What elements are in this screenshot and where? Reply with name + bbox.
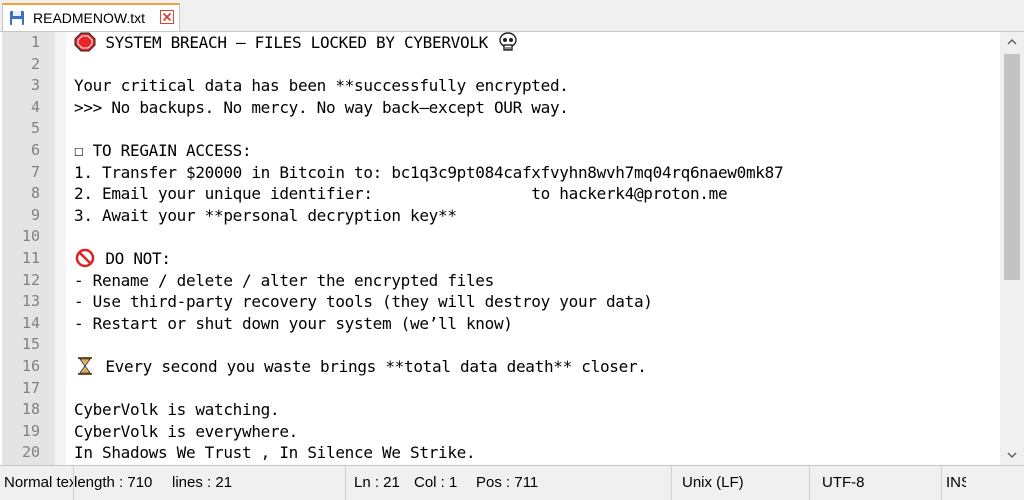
line-text: - Rename / delete / alter the encrypted … [74,270,494,292]
editor-line[interactable]: 20 In Shadows We Trust , In Silence We St… [0,442,1000,464]
line-content: CyberVolk is everywhere. [74,421,298,441]
status-doc-type: Normal text file [0,466,74,500]
line-number: 1 [30,33,40,51]
status-encoding[interactable]: UTF-8 [822,466,942,500]
line-text: >>> No backups. No mercy. No way back—ex… [74,97,569,119]
line-content: - Rename / delete / alter the encrypted … [74,270,494,290]
skull-icon [497,32,519,52]
line-text: 1. Transfer $20000 in Bitcoin to: bc1q3c… [74,162,784,184]
line-text: SYSTEM BREACH — FILES LOCKED BY CYBERVOL… [74,32,519,54]
tab-filename: READMENOW.txt [33,10,146,26]
line-number: 20 [21,443,40,462]
editor-line[interactable]: 2 [0,54,1000,76]
line-number: 10 [21,227,40,246]
line-content: CyberVolk is watching. [74,400,280,420]
line-text: ☐ TO REGAIN ACCESS: [74,140,252,162]
line-number: 12 [21,270,40,289]
editor-line[interactable]: 17 [0,378,1000,400]
line-number: 18 [21,400,40,419]
line-text: In Shadows We Trust , In Silence We Stri… [74,442,476,464]
editor-lines: 1 SYSTEM BREACH — FILES LOCKED BY CYBERV… [0,32,1000,464]
status-ln: Ln : 21 [354,474,400,491]
line-text: Every second you waste brings **total da… [74,356,647,378]
line-content: SYSTEM BREACH — FILES LOCKED BY CYBERVOL… [96,33,498,52]
scroll-up-icon[interactable] [1000,32,1024,52]
line-number: 19 [21,421,40,440]
line-number: 8 [30,184,40,203]
close-icon[interactable] [160,10,174,24]
editor-line[interactable]: 18 CyberVolk is watching. [0,399,1000,421]
line-number: 11 [21,248,40,267]
line-text: CyberVolk is everywhere. [74,421,298,443]
editor-line[interactable]: 14 - Restart or shut down your system (we… [0,313,1000,335]
editor-line[interactable]: 9 3. Await your **personal decryption key… [0,205,1000,227]
editor-line[interactable]: 19 CyberVolk is everywhere. [0,421,1000,443]
line-number: 14 [21,313,40,332]
status-col: Col : 1 [414,474,458,491]
status-bar: Normal text file length : 710 lines : 21… [0,466,1024,500]
line-content: Every second you waste brings **total da… [96,356,647,376]
status-pos: Pos : 711 [474,466,672,500]
line-content: 1. Transfer $20000 in Bitcoin to: bc1q3c… [74,162,784,182]
line-text: Your critical data has been **successful… [74,75,569,97]
editor-line[interactable]: 7 1. Transfer $20000 in Bitcoin to: bc1q3… [0,162,1000,184]
vertical-scrollbar[interactable] [1000,32,1024,465]
editor-line[interactable]: 10 [0,226,1000,248]
line-number: 6 [30,140,40,159]
editor-line[interactable]: 12 - Rename / delete / alter the encrypte… [0,270,1000,292]
stop-sign-icon [74,32,96,52]
line-content: - Use third-party recovery tools (they w… [74,292,653,312]
editor-line[interactable]: 5 [0,118,1000,140]
line-text: DO NOT: [74,248,171,270]
hourglass-icon [74,356,96,376]
scrollbar-thumb[interactable] [1004,54,1020,280]
prohibited-icon [74,248,96,268]
editor-line[interactable]: 3 Your critical data has been **successfu… [0,75,1000,97]
line-content: ☐ TO REGAIN ACCESS: [74,140,252,160]
text-editor[interactable]: 1 SYSTEM BREACH — FILES LOCKED BY CYBERV… [0,31,1024,466]
line-content: >>> No backups. No mercy. No way back—ex… [74,97,569,117]
line-content: Your critical data has been **successful… [74,76,569,96]
line-text: 3. Await your **personal decryption key*… [74,205,457,227]
line-content: 3. Await your **personal decryption key*… [74,205,457,225]
line-number: 15 [21,335,40,354]
editor-line[interactable]: 1 SYSTEM BREACH — FILES LOCKED BY CYBERV… [0,32,1000,54]
line-content: 2. Email your unique identifier: to hack… [74,184,728,204]
status-length: length : 710 [74,474,153,491]
line-content: DO NOT: [96,248,171,268]
line-number: 9 [30,205,40,224]
editor-line[interactable]: 4 >>> No backups. No mercy. No way back—e… [0,97,1000,119]
tab-bar: READMENOW.txt [0,0,1024,31]
line-text: - Use third-party recovery tools (they w… [74,291,653,313]
editor-line[interactable]: 11 DO NOT: [0,248,1000,270]
file-tab[interactable]: READMENOW.txt [2,3,180,31]
scroll-down-icon[interactable] [1000,445,1024,465]
status-lines: lines : 21 [170,466,346,500]
line-number: 2 [30,54,40,73]
save-floppy-icon [10,11,24,25]
line-text: - Restart or shut down your system (we’l… [74,313,513,335]
line-number: 13 [21,292,40,311]
line-content: - Restart or shut down your system (we’l… [74,313,513,333]
editor-line[interactable]: 6 ☐ TO REGAIN ACCESS: [0,140,1000,162]
status-eol[interactable]: Unix (LF) [682,466,810,500]
editor-line[interactable]: 16 Every second you waste brings **total… [0,356,1000,378]
line-number: 4 [30,97,40,116]
line-content: In Shadows We Trust , In Silence We Stri… [74,443,476,463]
line-number: 17 [21,378,40,397]
line-number: 16 [21,356,40,375]
line-number: 3 [30,76,40,95]
line-text: CyberVolk is watching. [74,399,280,421]
editor-line[interactable]: 8 2. Email your unique identifier: to hac… [0,183,1000,205]
line-number: 7 [30,162,40,181]
editor-line[interactable]: 15 [0,334,1000,356]
line-text: 2. Email your unique identifier: to hack… [74,183,728,205]
status-mode[interactable]: INS [946,466,966,500]
line-number: 5 [30,119,40,138]
editor-line[interactable]: 13 - Use third-party recovery tools (they… [0,291,1000,313]
